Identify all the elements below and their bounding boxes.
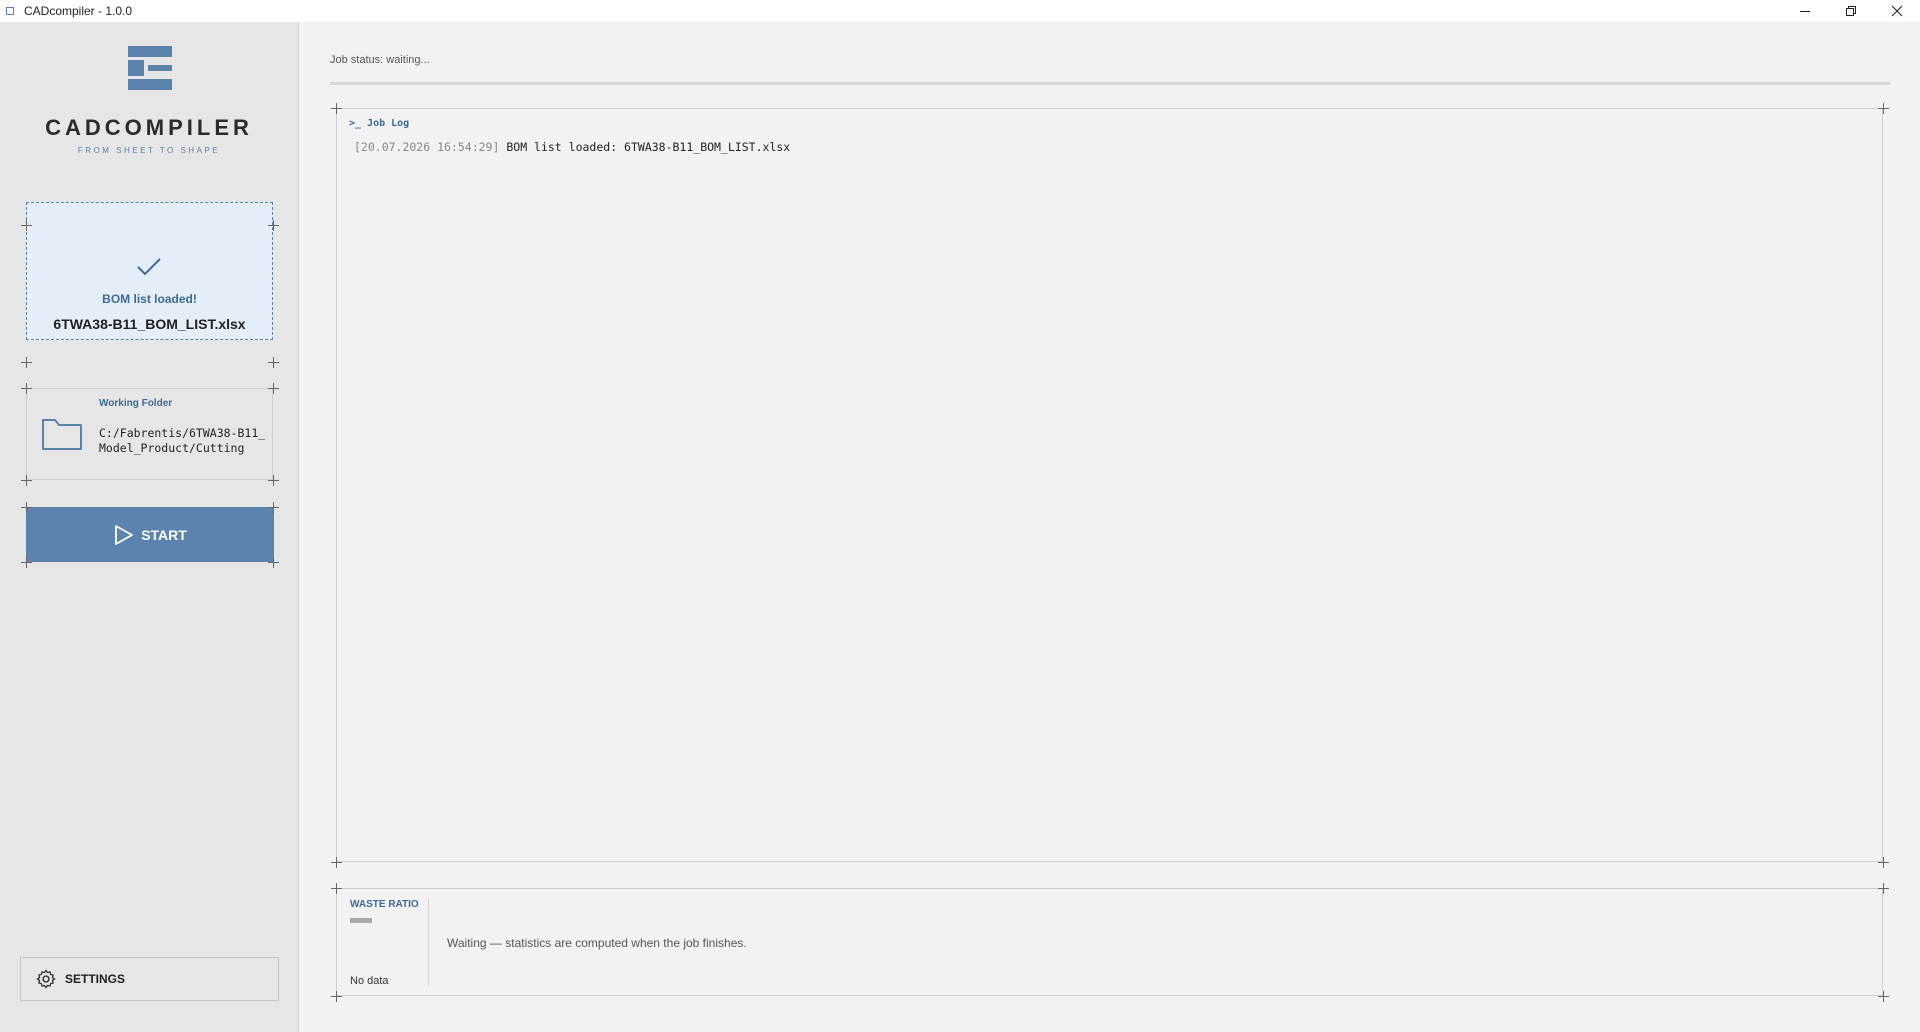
bom-filename: 6TWA38-B11_BOM_LIST.xlsx	[53, 316, 246, 332]
folder-icon	[42, 419, 82, 450]
corner-mark	[21, 383, 32, 394]
logo-name: CADCOMPILER	[45, 115, 253, 140]
check-icon	[137, 258, 161, 276]
restore-icon	[1846, 6, 1856, 16]
log-entry: [20.07.2026 16:54:29] BOM list loaded: 6…	[354, 140, 790, 154]
window-controls	[1782, 0, 1920, 22]
logo-icon	[128, 46, 172, 90]
corner-mark	[1878, 103, 1889, 114]
corner-mark	[331, 991, 342, 1002]
app-icon	[6, 7, 14, 15]
title-bar: CADcompiler - 1.0.0	[0, 0, 1920, 22]
stats-divider	[428, 898, 429, 986]
corner-mark	[331, 103, 342, 114]
corner-mark	[1878, 857, 1889, 868]
corner-mark	[268, 357, 279, 368]
corner-mark	[268, 475, 279, 486]
corner-mark	[21, 502, 32, 513]
bom-status: BOM list loaded!	[102, 292, 197, 306]
minimize-button[interactable]	[1782, 0, 1828, 22]
corner-mark	[21, 357, 32, 368]
progress-bar	[330, 82, 1890, 85]
start-label: START	[141, 526, 187, 543]
settings-label: SETTINGS	[65, 972, 126, 986]
waste-ratio-label: WASTE RATIO	[350, 899, 419, 910]
corner-mark	[268, 220, 279, 231]
restore-button[interactable]	[1828, 0, 1874, 22]
close-icon	[1891, 5, 1903, 17]
start-button[interactable]: START	[26, 507, 274, 562]
corner-mark	[268, 502, 279, 513]
log-entry-message: BOM list loaded: 6TWA38-B11_BOM_LIST.xls…	[506, 140, 791, 154]
corner-mark	[268, 557, 279, 568]
stats-message: Waiting — statistics are computed when t…	[447, 936, 747, 950]
waste-ratio-placeholder	[350, 918, 372, 923]
corner-mark	[1878, 883, 1889, 894]
settings-button[interactable]: SETTINGS	[20, 957, 279, 1001]
corner-mark	[331, 857, 342, 868]
job-log-title: >_ Job Log	[349, 118, 410, 129]
corner-mark	[1878, 991, 1889, 1002]
window-title: CADcompiler - 1.0.0	[24, 4, 133, 18]
working-folder-label: Working Folder	[99, 398, 173, 409]
play-icon	[115, 524, 134, 545]
corner-mark	[21, 220, 32, 231]
minimize-icon	[1800, 11, 1810, 12]
job-status: Job status: waiting...	[330, 54, 430, 66]
corner-mark	[21, 557, 32, 568]
log-entry-time: [20.07.2026 16:54:29]	[354, 140, 500, 154]
corner-mark	[268, 383, 279, 394]
logo-tagline: FROM SHEET TO SHAPE	[77, 146, 221, 155]
job-log-panel	[336, 108, 1883, 862]
corner-mark	[21, 475, 32, 486]
waste-ratio-value: No data	[350, 975, 389, 987]
close-button[interactable]	[1874, 0, 1920, 22]
corner-mark	[331, 883, 342, 894]
working-folder-path: C:/Fabrentis/6TWA38-B11_Model_Product/Cu…	[99, 426, 266, 455]
gear-icon	[36, 969, 56, 989]
